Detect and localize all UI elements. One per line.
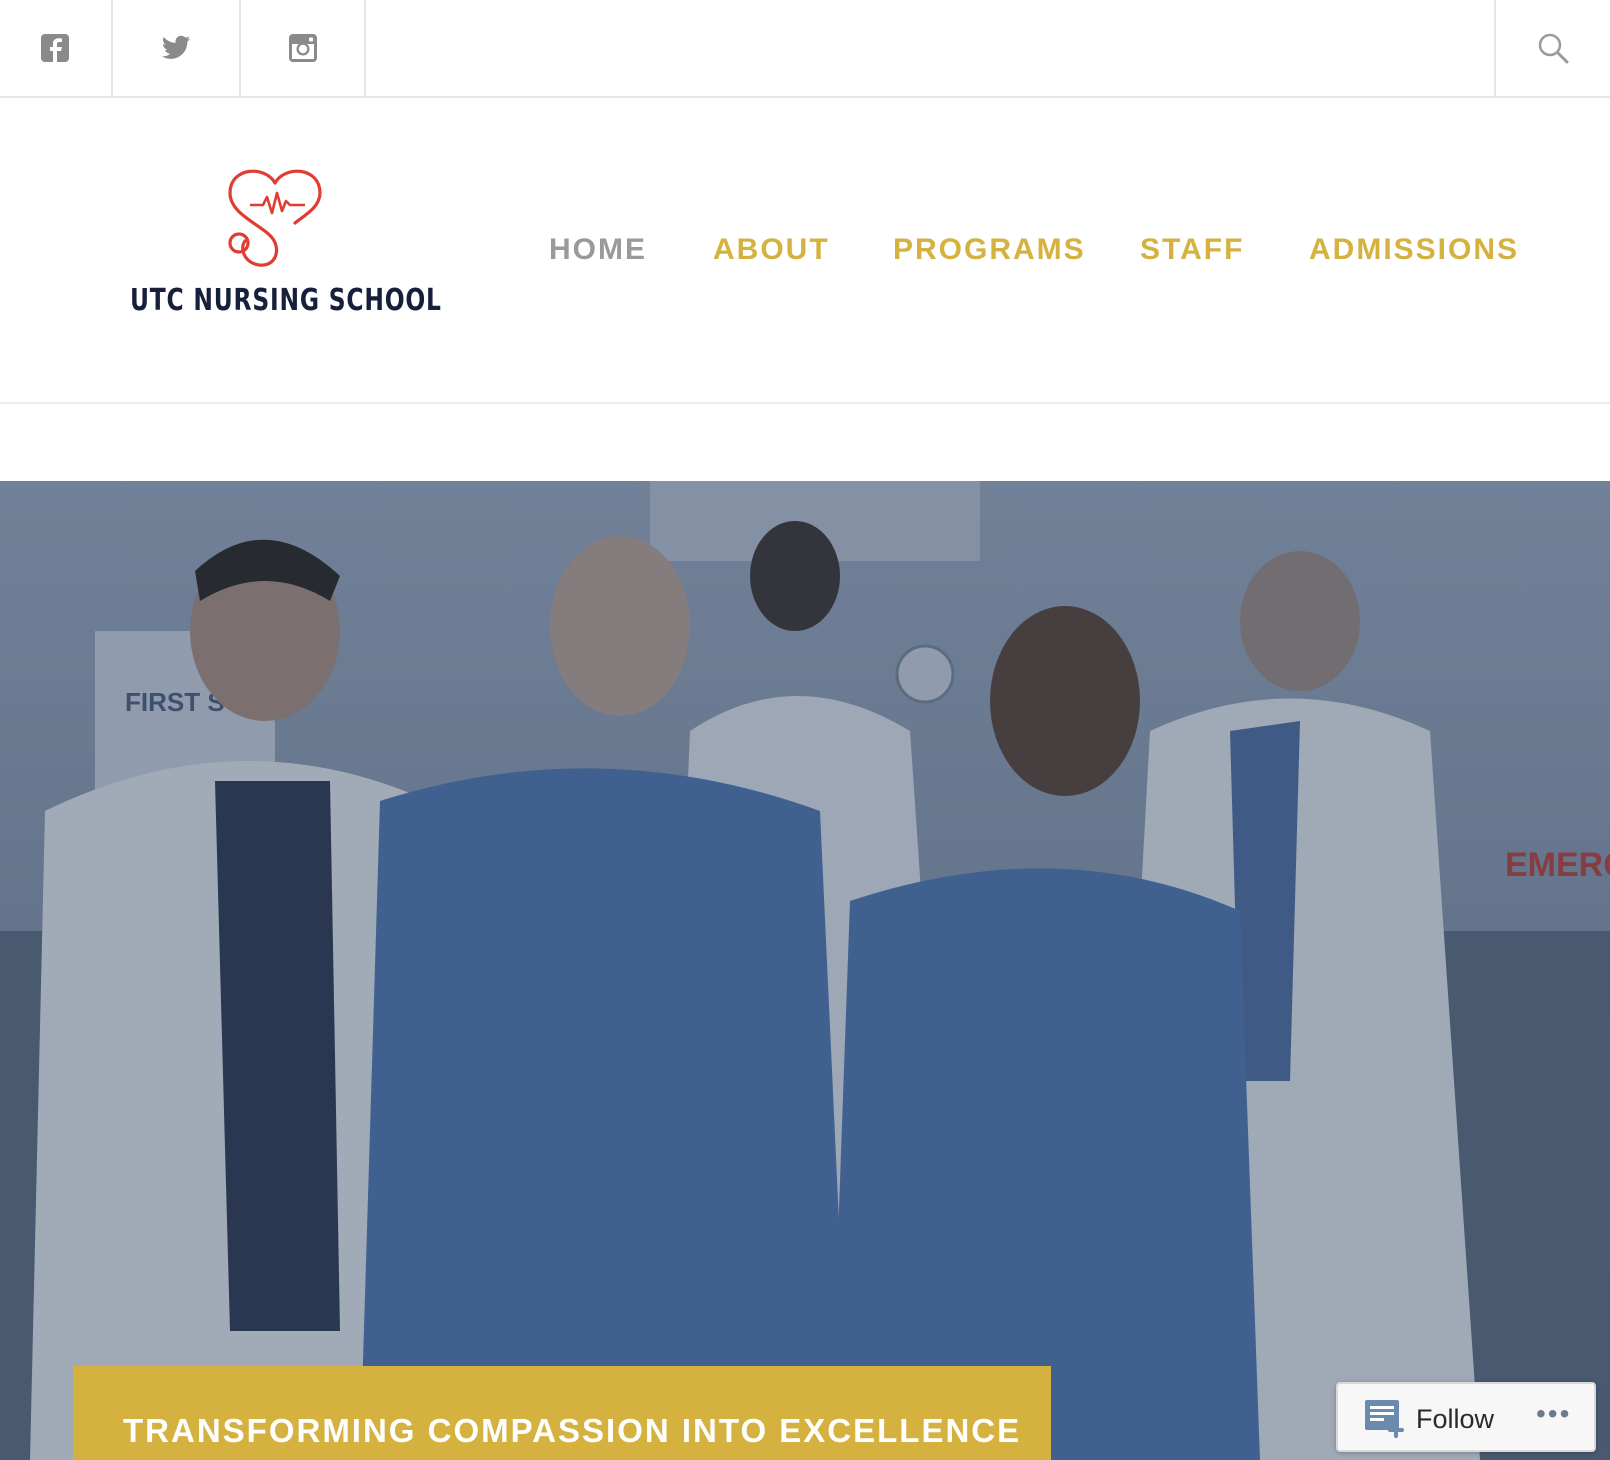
nav-programs[interactable]: PROGRAMS [893, 233, 1086, 267]
site-logo[interactable]: UTC NURSING SCHOOL [130, 163, 441, 363]
twitter-icon[interactable] [113, 0, 239, 96]
site-header: UTC NURSING SCHOOL HOME ABOUT PROGRAMS S… [0, 98, 1610, 404]
heart-stethoscope-icon [228, 169, 322, 267]
facebook-icon[interactable] [0, 0, 110, 96]
follow-button[interactable]: Follow [1416, 1404, 1494, 1435]
nav-about[interactable]: ABOUT [713, 233, 830, 267]
site-title[interactable]: UTC NURSING SCHOOL [130, 283, 441, 318]
instagram-icon[interactable] [241, 0, 365, 96]
follow-reader-icon [1365, 1400, 1404, 1438]
hero-tagline-banner: TRANSFORMING COMPASSION INTO EXCELLENCE [73, 1366, 1051, 1460]
nav-home[interactable]: HOME [549, 233, 647, 267]
search-icon[interactable] [1496, 0, 1610, 96]
hero-tagline: TRANSFORMING COMPASSION INTO EXCELLENCE [123, 1412, 1022, 1449]
nav-staff[interactable]: STAFF [1140, 233, 1244, 267]
hero-image: FIRST STAT EMERG [0, 481, 1610, 1460]
nav-admissions[interactable]: ADMISSIONS [1309, 233, 1519, 267]
social-bar [0, 0, 1610, 98]
social-divider [364, 0, 366, 96]
follow-widget[interactable]: Follow ••• [1336, 1382, 1596, 1452]
hero-overlay [0, 481, 1610, 1460]
more-options-icon[interactable]: ••• [1536, 1398, 1571, 1430]
